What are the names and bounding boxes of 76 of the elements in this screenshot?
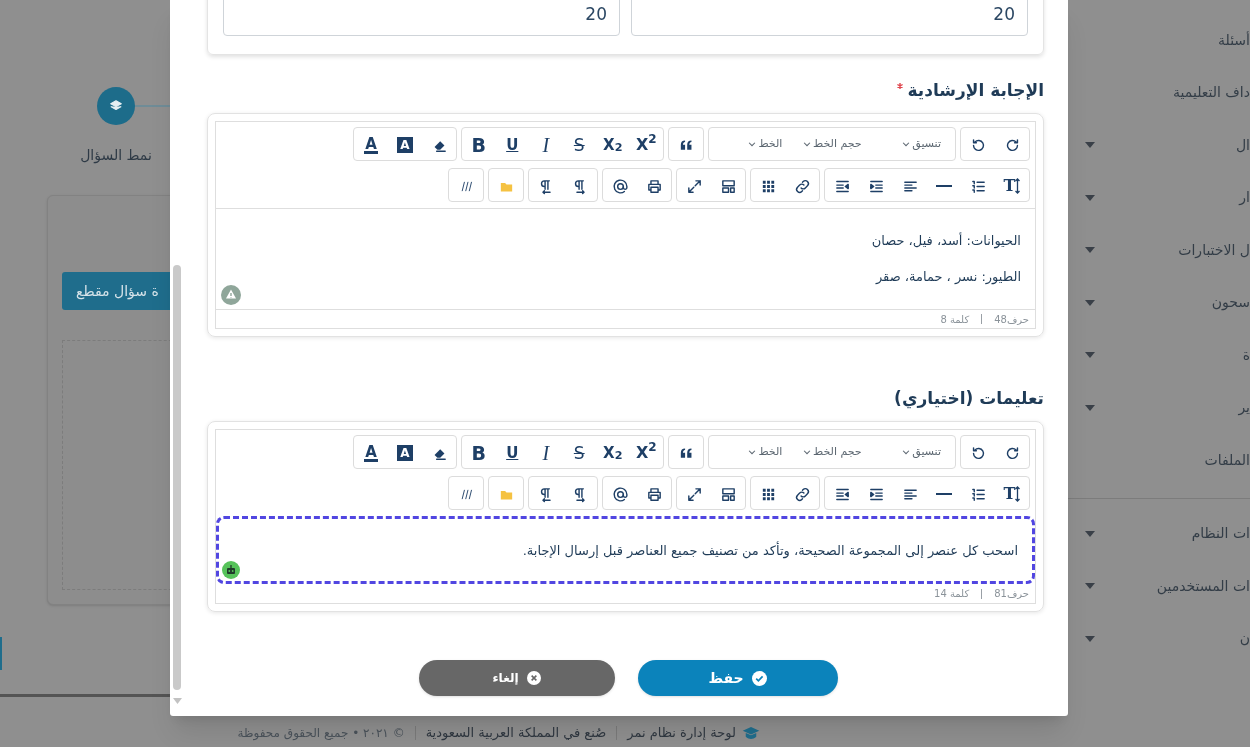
bold-button[interactable]: B xyxy=(462,128,496,162)
editor-text: اسحب كل عنصر إلى المجموعة الصحيحة، وتأكد من تصنيف جميع العناصر قبل إرسال الإجابة. xyxy=(521,540,1018,561)
superscript-button[interactable]: X$^{2}$ xyxy=(629,128,663,162)
printer-icon xyxy=(645,177,663,195)
chevron-down-icon xyxy=(802,447,812,457)
italic-button[interactable]: I xyxy=(529,128,563,162)
field-label: تعليمات (اختياري) xyxy=(894,387,1044,411)
chevron-down-icon xyxy=(901,139,912,149)
dropdown[interactable]: تنسيق xyxy=(871,436,951,468)
brand-text: لوحة إدارة نظام نمر xyxy=(627,724,736,743)
text-color-button[interactable]: A xyxy=(354,128,388,162)
word-count: كلمة 8 xyxy=(940,312,970,327)
sidebar-item[interactable]: أسئلة xyxy=(1218,29,1250,51)
dropdown[interactable]: الخط xyxy=(713,128,793,160)
close-circle-icon xyxy=(526,671,541,685)
chevron-down-icon xyxy=(747,447,758,457)
underline-button[interactable]: U xyxy=(495,436,529,470)
subscript-button[interactable]: X$_{2}$ xyxy=(596,128,630,162)
text-size-button[interactable]: T xyxy=(995,169,1029,203)
strike-button[interactable]: S xyxy=(562,436,596,470)
highlight-color-button[interactable]: A xyxy=(388,436,422,470)
horizontal-line-icon xyxy=(936,185,952,187)
dropdown[interactable]: تنسيق xyxy=(871,128,951,160)
chevron-down-icon xyxy=(802,139,812,149)
subscript-button[interactable]: X$_{2}$ xyxy=(596,436,630,470)
text-size-button[interactable]: T xyxy=(995,477,1029,511)
sidebar-item[interactable]: داف التعليمية xyxy=(1173,82,1250,104)
text-color-button[interactable]: A xyxy=(354,436,388,470)
dropdown[interactable]: حجم الخط xyxy=(792,128,872,160)
step-label: نمط السؤال xyxy=(79,146,153,166)
italic-button[interactable]: I xyxy=(529,436,563,470)
editor-area[interactable]: اسحب كل عنصر إلى المجموعة الصحيحة، وتأكد من تصنيف جميع العناصر قبل إرسال الإجابة. xyxy=(216,516,1035,584)
editor-text: الحيوانات: أسد، فيل، حصان xyxy=(870,231,1021,251)
word-count: كلمة 14 xyxy=(934,587,970,601)
footer-text: صُنع في المملكة العربية السعودية xyxy=(425,724,607,743)
editor-area[interactable]: الحيوانات: أسد، فيل، حصان الطيور: نسر ، حمامة، صقر xyxy=(216,208,1035,309)
link-icon xyxy=(793,485,811,503)
arrows-icon xyxy=(1015,178,1021,194)
number-field[interactable]: 20 xyxy=(631,0,1028,36)
dropdown[interactable]: الخط xyxy=(713,436,793,468)
superscript-button[interactable]: X$^{2}$ xyxy=(629,436,663,470)
char-count: حرف81 xyxy=(994,587,1029,601)
sidebar-item[interactable]: ل الاختبارات xyxy=(1178,239,1250,261)
chevron-down-icon xyxy=(901,447,912,457)
at-icon xyxy=(611,485,629,503)
check-circle-icon xyxy=(751,670,767,686)
arrows-icon xyxy=(1015,486,1021,502)
sidebar-item[interactable]: ال xyxy=(1235,134,1250,156)
sidebar-item[interactable]: سحون xyxy=(1211,292,1250,314)
layout-icon xyxy=(719,485,737,503)
horizontal-line-icon xyxy=(936,493,952,495)
highlight-color-button[interactable]: A xyxy=(388,128,422,162)
number-field[interactable]: 20 xyxy=(223,0,620,36)
cancel-button[interactable]: إلغاء xyxy=(418,660,615,696)
dropdown[interactable]: حجم الخط xyxy=(792,436,872,468)
sidebar-item[interactable]: ير xyxy=(1238,397,1250,419)
expand-icon xyxy=(685,485,703,503)
sidebar-item[interactable]: الملفات xyxy=(1204,449,1250,471)
editor-text: الطيور: نسر ، حمامة، صقر xyxy=(874,268,1021,287)
save-button[interactable]: حفظ xyxy=(637,660,838,696)
sidebar-item[interactable]: ة xyxy=(1242,344,1250,366)
underline-button[interactable]: U xyxy=(495,128,529,162)
scrollbar-thumb[interactable] xyxy=(173,265,181,690)
link-icon xyxy=(793,177,811,195)
char-count: حرف48 xyxy=(994,312,1029,327)
layout-icon xyxy=(719,177,737,195)
strike-button[interactable]: S xyxy=(562,128,596,162)
chevron-down-icon xyxy=(747,139,758,149)
graduation-cap-icon xyxy=(742,726,760,740)
field-label: الإجابة الإرشادية xyxy=(907,79,1044,103)
bold-button[interactable]: B xyxy=(462,436,496,470)
printer-icon xyxy=(645,485,663,503)
at-icon xyxy=(611,177,629,195)
copyright-text: © ٢٠٢١ • جميع الحقوق محفوظة xyxy=(237,725,405,742)
layers-icon xyxy=(109,99,123,113)
expand-icon xyxy=(685,177,703,195)
